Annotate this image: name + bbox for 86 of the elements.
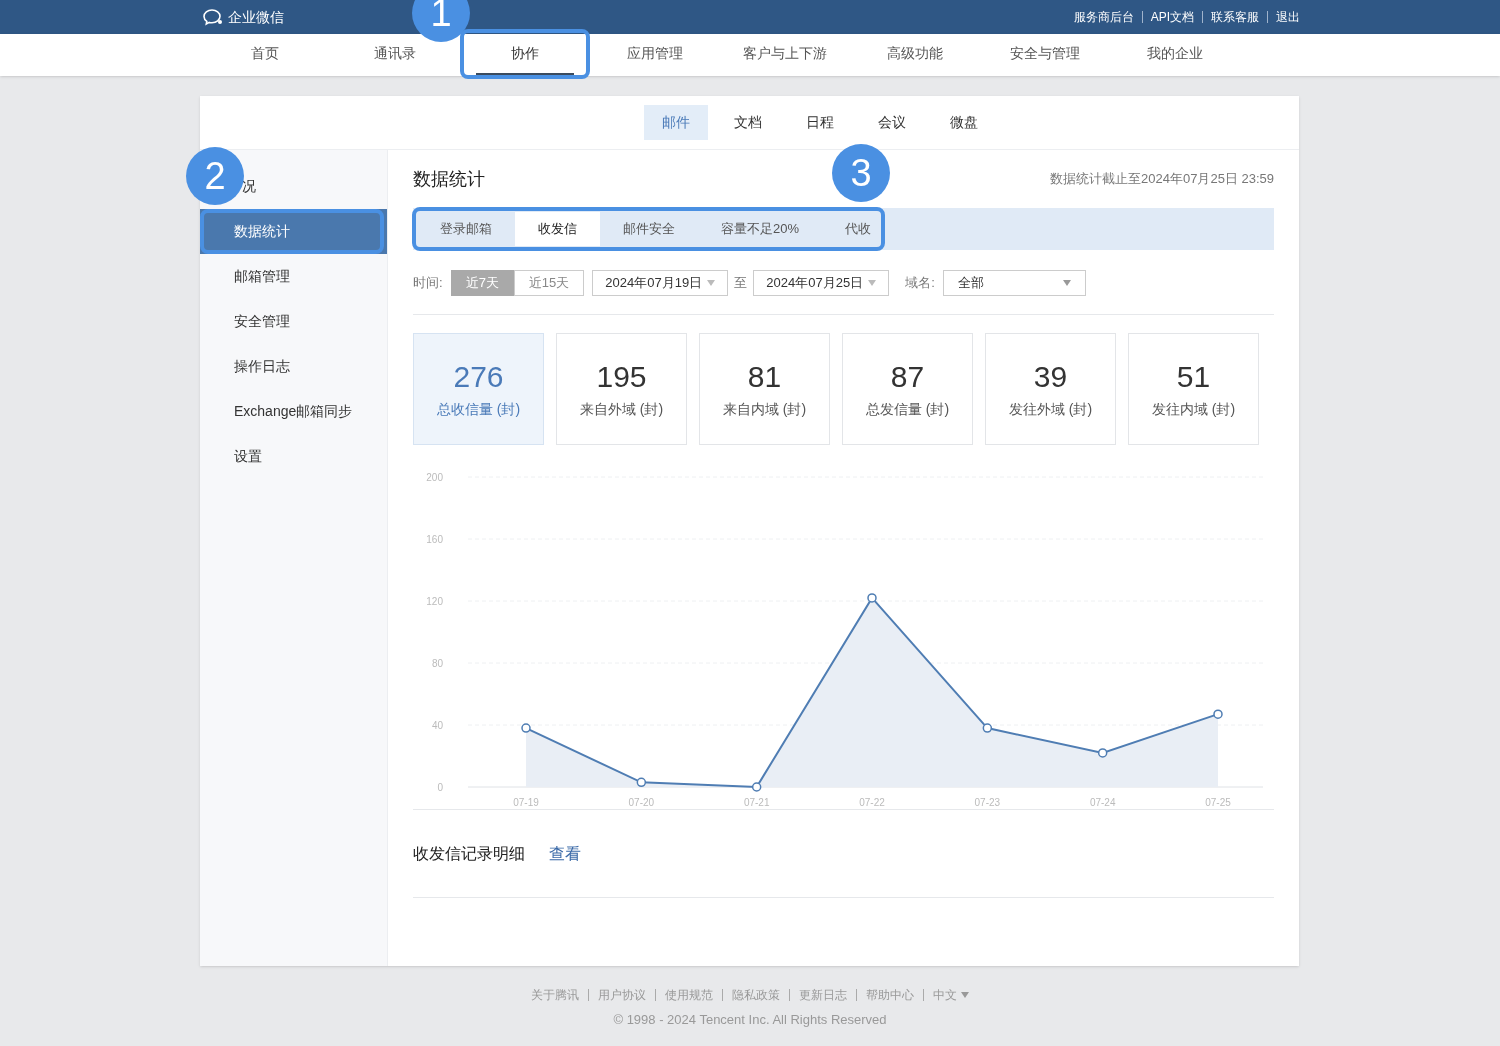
domain-select[interactable]: 全部 (942, 270, 1086, 296)
stat-card[interactable]: 81 来自内域 (封) (699, 333, 830, 445)
sidebar-item[interactable]: 况 (242, 176, 256, 197)
nav-tab[interactable]: 协作 (476, 34, 574, 76)
header-link[interactable]: 服务商后台 (1073, 8, 1134, 26)
stat-value: 39 (1033, 358, 1068, 395)
nav-tab[interactable]: 我的企业 (1110, 34, 1240, 76)
stat-value: 81 (747, 358, 782, 395)
module-tab[interactable]: 日程 (787, 105, 852, 140)
sub-tab[interactable]: 代收 (822, 212, 878, 246)
module-tab[interactable]: 邮件 (643, 105, 708, 140)
nav-tab[interactable]: 首页 (200, 34, 330, 76)
module-tab[interactable]: 微盘 (931, 105, 996, 140)
x-tick-label: 07-24 (1089, 797, 1116, 808)
y-tick-label: 120 (426, 596, 443, 607)
stat-label: 发往外域 (封) (1008, 399, 1093, 419)
stat-card[interactable]: 276 总收信量 (封) (413, 333, 544, 445)
time-label: 时间: (413, 274, 443, 293)
stat-value: 51 (1176, 358, 1211, 395)
stat-card[interactable]: 51 发往内域 (封) (1128, 333, 1259, 445)
header-link[interactable]: 联系客服 (1211, 8, 1259, 26)
callout-number: 3 (832, 144, 891, 202)
view-link[interactable]: 查看 (549, 841, 581, 866)
x-tick-label: 07-22 (859, 797, 885, 808)
sub-tab[interactable]: 容量不足20% (698, 212, 823, 246)
sidebar-item[interactable]: Exchange邮箱同步 (200, 389, 387, 434)
module-tab[interactable]: 文档 (715, 105, 780, 140)
stat-label: 总收信量 (封) (436, 399, 521, 419)
y-tick-label: 80 (431, 658, 443, 669)
sidebar-item[interactable]: 邮箱管理 (200, 254, 387, 299)
sub-tab[interactable]: 收发信 (515, 212, 600, 246)
data-point (751, 782, 762, 792)
stat-label: 来自内域 (封) (722, 399, 807, 419)
y-tick-label: 0 (437, 782, 443, 793)
stat-value: 195 (596, 358, 647, 395)
stat-value: 276 (453, 358, 504, 395)
y-tick-label: 200 (426, 472, 443, 483)
y-tick-label: 40 (431, 720, 443, 731)
range-button[interactable]: 近15天 (513, 270, 585, 296)
stat-value: 87 (890, 358, 925, 395)
sub-tab[interactable]: 邮件安全 (600, 212, 698, 246)
x-tick-label: 07-21 (743, 797, 770, 808)
x-tick-label: 07-23 (974, 797, 1001, 808)
stat-card[interactable]: 195 来自外域 (封) (556, 333, 687, 445)
header-link[interactable]: API文档 (1150, 8, 1194, 26)
nav-tab[interactable]: 高级功能 (850, 34, 980, 76)
data-point (1097, 748, 1108, 758)
data-point (636, 777, 647, 788)
data-point (521, 723, 531, 733)
logo-text: 企业微信 (228, 7, 284, 27)
callout-number: 1 (412, 0, 470, 42)
data-point (1213, 709, 1223, 719)
y-tick-label: 160 (426, 534, 443, 545)
stat-card[interactable]: 87 总发信量 (封) (842, 333, 973, 445)
end-date-select[interactable]: 2024年07月25日 (753, 270, 890, 296)
stat-label: 发往内域 (封) (1151, 399, 1236, 419)
data-point (867, 593, 877, 603)
module-tab[interactable]: 会议 (859, 105, 924, 140)
nav-tab[interactable]: 安全与管理 (980, 34, 1110, 76)
data-point (982, 723, 993, 733)
domain-label: 域名: (905, 274, 935, 293)
x-tick-label: 07-20 (628, 797, 655, 808)
to-text: 至 (734, 274, 748, 293)
dropdown-arrow-icon (868, 280, 877, 286)
chat-logo-icon (202, 8, 224, 26)
x-tick-label: 07-25 (1205, 797, 1231, 808)
sidebar-item[interactable]: 设置 (200, 434, 387, 479)
sidebar-item[interactable]: 操作日志 (200, 344, 387, 389)
page-title: 数据统计 (413, 167, 485, 191)
nav-tab[interactable]: 应用管理 (590, 34, 720, 76)
start-date-select[interactable]: 2024年07月19日 (592, 270, 729, 296)
stat-label: 总发信量 (封) (865, 399, 950, 419)
dropdown-arrow-icon (707, 280, 716, 286)
sub-tab[interactable]: 登录邮箱 (417, 212, 515, 246)
details-label: 收发信记录明细 (413, 843, 525, 864)
stat-card[interactable]: 39 发往外域 (封) (985, 333, 1116, 445)
nav-tab[interactable]: 客户与上下游 (720, 34, 850, 76)
stat-label: 来自外域 (封) (579, 399, 664, 419)
copyright-text: © 1998 - 2024 Tencent Inc. All Rights Reserved (613, 1011, 887, 1029)
sidebar-item[interactable]: 安全管理 (200, 299, 387, 344)
dropdown-arrow-icon (1062, 280, 1071, 286)
callout-number: 2 (186, 147, 244, 205)
header-link[interactable]: 退出 (1276, 8, 1300, 26)
dropdown-arrow-icon (961, 992, 969, 998)
as-of-text: 数据统计截止至2024年07月25日 23:59 (1050, 170, 1274, 189)
x-tick-label: 07-19 (513, 797, 539, 808)
